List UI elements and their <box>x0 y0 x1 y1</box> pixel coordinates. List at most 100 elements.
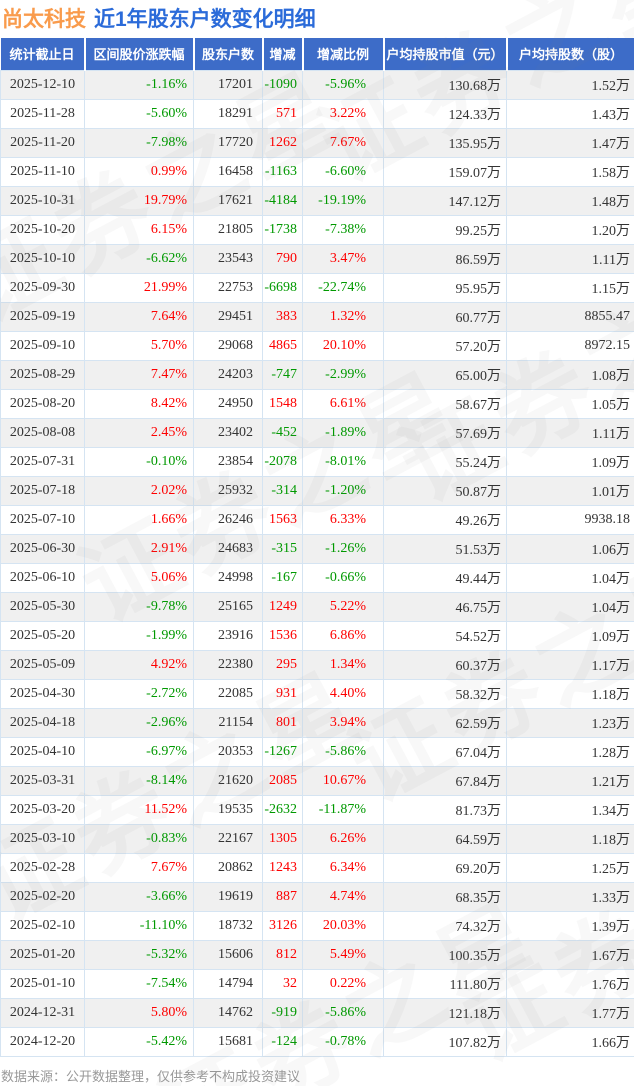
cell-change: 295 <box>262 649 303 680</box>
cell-price-change: -6.62% <box>84 243 194 274</box>
cell-avg-shares: 1.48万 <box>506 185 634 216</box>
cell-price-change: 5.70% <box>84 330 194 361</box>
cell-avg-market-value: 55.24万 <box>383 446 507 477</box>
cell-price-change: 19.79% <box>84 185 194 216</box>
cell-stat-date: 2025-06-10 <box>0 562 85 593</box>
cell-change: -4184 <box>262 185 303 216</box>
cell-holder-count: 17720 <box>193 127 263 158</box>
col-header-avg-market-value: 户均持股市值（元） <box>383 38 508 70</box>
table-row: 2025-03-31 -8.14% 21620 2085 10.67% 67.8… <box>0 765 634 796</box>
cell-stat-date: 2025-06-30 <box>0 533 85 564</box>
col-header-avg-shares: 户均持股数（股） <box>506 38 634 70</box>
cell-avg-market-value: 69.20万 <box>383 852 507 883</box>
cell-change-ratio: -19.19% <box>302 185 384 216</box>
cell-avg-shares: 1.34万 <box>506 794 634 825</box>
cell-price-change: 7.64% <box>84 301 194 332</box>
cell-avg-market-value: 99.25万 <box>383 214 507 245</box>
cell-avg-market-value: 147.12万 <box>383 185 507 216</box>
table-row: 2025-06-30 2.91% 24683 -315 -1.26% 51.53… <box>0 533 634 564</box>
cell-stat-date: 2025-02-20 <box>0 881 85 912</box>
cell-change-ratio: 3.94% <box>302 707 384 738</box>
cell-price-change: -7.98% <box>84 127 194 158</box>
cell-avg-market-value: 95.95万 <box>383 272 507 303</box>
cell-price-change: 1.66% <box>84 504 194 535</box>
cell-holder-count: 23402 <box>193 417 263 448</box>
cell-price-change: -6.97% <box>84 736 194 767</box>
cell-price-change: 4.92% <box>84 649 194 680</box>
cell-price-change: -9.78% <box>84 591 194 622</box>
cell-price-change: 7.47% <box>84 359 194 390</box>
cell-holder-count: 14794 <box>193 968 263 999</box>
cell-change-ratio: -8.01% <box>302 446 384 477</box>
cell-holder-count: 24203 <box>193 359 263 390</box>
cell-holder-count: 29451 <box>193 301 263 332</box>
cell-holder-count: 18291 <box>193 98 263 129</box>
cell-avg-shares: 1.15万 <box>506 272 634 303</box>
cell-avg-shares: 1.11万 <box>506 243 634 274</box>
col-header-price-change: 区间股价涨跌幅 <box>84 38 195 70</box>
cell-holder-count: 23854 <box>193 446 263 477</box>
cell-holder-count: 22380 <box>193 649 263 680</box>
cell-avg-shares: 1.23万 <box>506 707 634 738</box>
cell-avg-market-value: 49.44万 <box>383 562 507 593</box>
cell-avg-shares: 1.18万 <box>506 823 634 854</box>
cell-change: 1262 <box>262 127 303 158</box>
cell-stat-date: 2025-01-20 <box>0 939 85 970</box>
cell-change: -747 <box>262 359 303 390</box>
cell-avg-market-value: 74.32万 <box>383 910 507 941</box>
cell-change-ratio: 6.26% <box>302 823 384 854</box>
cell-change-ratio: -1.20% <box>302 475 384 506</box>
cell-avg-market-value: 68.35万 <box>383 881 507 912</box>
cell-change-ratio: 5.49% <box>302 939 384 970</box>
table-row: 2025-03-10 -0.83% 22167 1305 6.26% 64.59… <box>0 823 634 854</box>
cell-stat-date: 2025-07-31 <box>0 446 85 477</box>
cell-holder-count: 17201 <box>193 69 263 100</box>
cell-price-change: -5.60% <box>84 98 194 129</box>
cell-price-change: 2.45% <box>84 417 194 448</box>
cell-change-ratio: -0.66% <box>302 562 384 593</box>
cell-avg-shares: 1.66万 <box>506 1026 634 1057</box>
cell-holder-count: 19619 <box>193 881 263 912</box>
cell-price-change: -5.42% <box>84 1026 194 1057</box>
cell-stat-date: 2025-08-29 <box>0 359 85 390</box>
cell-change: 1536 <box>262 620 303 651</box>
cell-holder-count: 21620 <box>193 765 263 796</box>
cell-holder-count: 21805 <box>193 214 263 245</box>
cell-avg-shares: 1.52万 <box>506 69 634 100</box>
cell-avg-shares: 1.20万 <box>506 214 634 245</box>
cell-stat-date: 2025-08-08 <box>0 417 85 448</box>
cell-avg-shares: 1.01万 <box>506 475 634 506</box>
table-row: 2025-10-20 6.15% 21805 -1738 -7.38% 99.2… <box>0 214 634 245</box>
cell-change-ratio: 3.47% <box>302 243 384 274</box>
shareholder-count-table: 统计截止日 区间股价涨跌幅 股东户数 增减 增减比例 户均持股市值（元） 户均持… <box>0 38 634 1057</box>
cell-avg-shares: 1.76万 <box>506 968 634 999</box>
cell-holder-count: 24950 <box>193 388 263 419</box>
cell-avg-market-value: 49.26万 <box>383 504 507 535</box>
cell-price-change: -2.96% <box>84 707 194 738</box>
cell-holder-count: 25932 <box>193 475 263 506</box>
cell-avg-market-value: 46.75万 <box>383 591 507 622</box>
cell-price-change: 8.42% <box>84 388 194 419</box>
cell-change-ratio: 6.61% <box>302 388 384 419</box>
cell-holder-count: 18732 <box>193 910 263 941</box>
cell-holder-count: 24683 <box>193 533 263 564</box>
cell-avg-shares: 1.17万 <box>506 649 634 680</box>
table-row: 2025-04-30 -2.72% 22085 931 4.40% 58.32万… <box>0 678 634 709</box>
cell-price-change: -2.72% <box>84 678 194 709</box>
cell-price-change: 2.02% <box>84 475 194 506</box>
cell-change-ratio: -5.86% <box>302 736 384 767</box>
cell-price-change: 5.80% <box>84 997 194 1028</box>
cell-stat-date: 2025-11-20 <box>0 127 85 158</box>
cell-avg-market-value: 100.35万 <box>383 939 507 970</box>
cell-change: 32 <box>262 968 303 999</box>
cell-holder-count: 17621 <box>193 185 263 216</box>
cell-avg-market-value: 51.53万 <box>383 533 507 564</box>
cell-price-change: -11.10% <box>84 910 194 941</box>
table-row: 2025-08-20 8.42% 24950 1548 6.61% 58.67万… <box>0 388 634 419</box>
cell-holder-count: 26246 <box>193 504 263 535</box>
cell-avg-market-value: 121.18万 <box>383 997 507 1028</box>
cell-stat-date: 2025-02-10 <box>0 910 85 941</box>
table-row: 2025-09-19 7.64% 29451 383 1.32% 60.77万 … <box>0 301 634 332</box>
table-row: 2025-01-20 -5.32% 15606 812 5.49% 100.35… <box>0 939 634 970</box>
cell-holder-count: 15681 <box>193 1026 263 1057</box>
